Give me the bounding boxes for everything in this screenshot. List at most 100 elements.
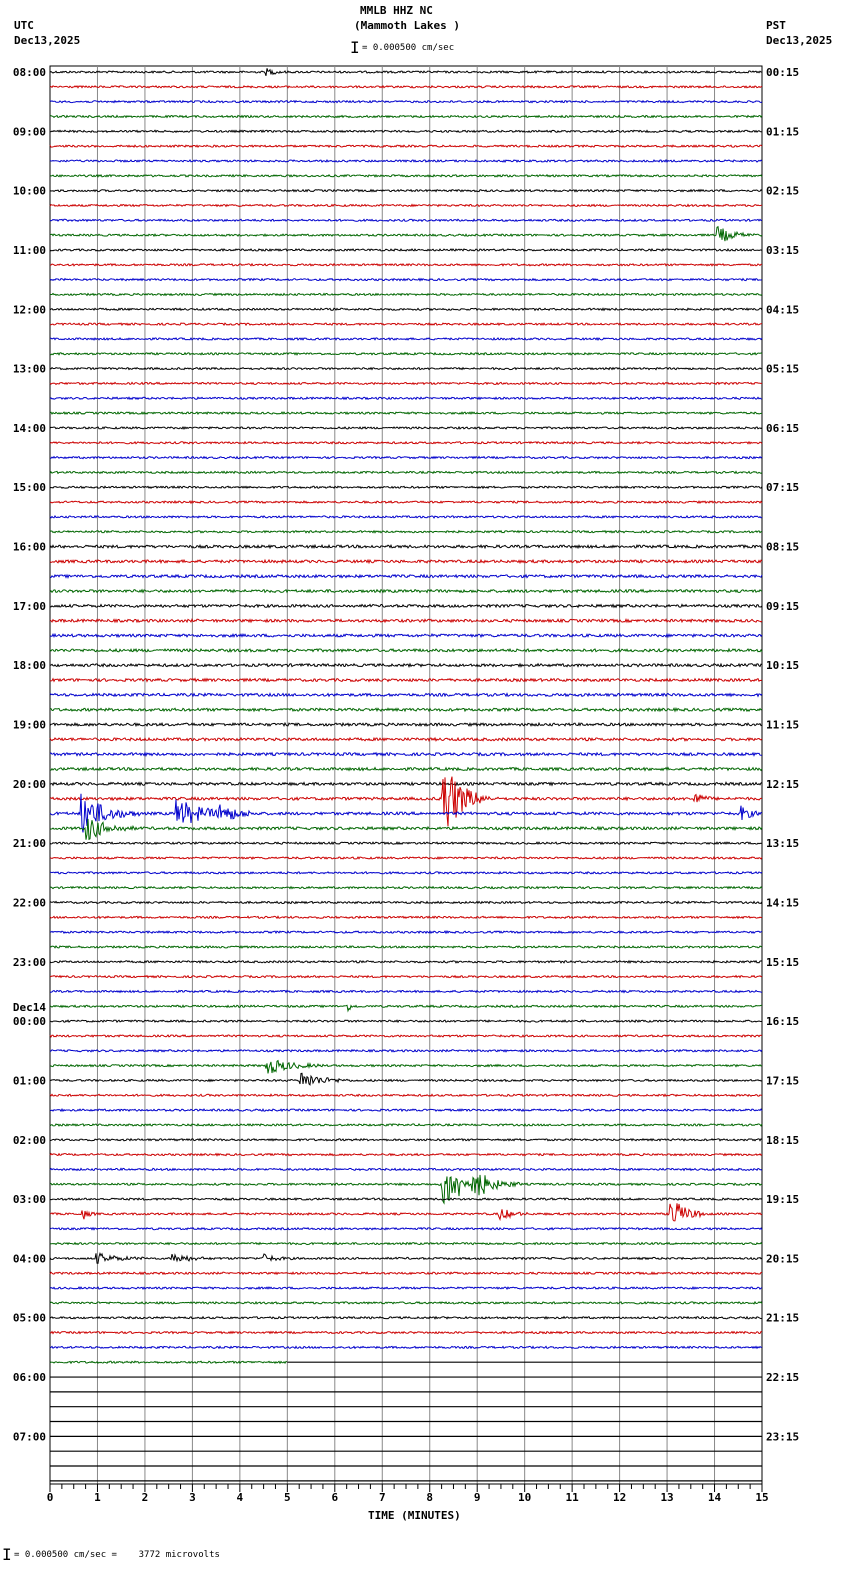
x-tick-label: 15 — [755, 1491, 768, 1504]
seismic-trace — [49, 322, 763, 327]
seismic-trace — [49, 1107, 763, 1113]
utc-hour-label: 15:00 — [13, 481, 46, 494]
pst-hour-label: 14:15 — [766, 896, 799, 909]
seismogram-svg: 0 1 2 3 4 5 6 7 8 9 10 11 12 13 14 1508:00 00:1509:00 01:… — [13, 65, 799, 1504]
seismic-trace — [49, 603, 763, 609]
seismic-trace — [49, 396, 763, 401]
utc-hour-label: 18:00 — [13, 659, 46, 672]
seismic-trace — [50, 662, 763, 668]
pst-hour-label: 19:15 — [766, 1193, 799, 1206]
pst-hour-label: 01:15 — [766, 125, 799, 138]
date-change-label: Dec14 — [13, 1001, 46, 1014]
seismic-trace — [49, 144, 763, 149]
seismic-trace — [49, 351, 763, 356]
pst-hour-label: 05:15 — [766, 363, 799, 376]
utc-hour-label: 03:00 — [13, 1193, 46, 1206]
seismic-trace — [49, 1286, 763, 1291]
utc-hour-label: 11:00 — [13, 244, 46, 257]
x-tick-label: 2 — [142, 1491, 149, 1504]
x-tick-label: 0 — [47, 1491, 54, 1504]
pst-hour-label: 11:15 — [766, 719, 799, 732]
x-tick-label: 14 — [708, 1491, 722, 1504]
x-tick-label: 10 — [518, 1491, 531, 1504]
seismic-trace — [49, 588, 763, 594]
pst-hour-label: 23:15 — [766, 1430, 799, 1443]
seismic-trace — [49, 203, 763, 208]
utc-hour-label: 13:00 — [13, 363, 46, 376]
seismic-trace — [50, 225, 763, 242]
utc-hour-label: 02:00 — [13, 1134, 46, 1147]
seismic-trace — [49, 247, 763, 252]
seismic-trace — [49, 336, 763, 341]
seismic-trace — [49, 915, 763, 920]
seismic-trace — [49, 930, 763, 935]
seismic-trace — [49, 1345, 763, 1350]
pst-hour-label: 03:15 — [766, 244, 799, 257]
seismic-trace — [49, 68, 763, 76]
utc-hour-label: 14:00 — [13, 422, 46, 435]
x-tick-label: 1 — [94, 1491, 101, 1504]
seismic-trace — [49, 1360, 288, 1365]
seismic-trace — [49, 1152, 763, 1157]
seismic-trace — [49, 500, 763, 505]
seismic-trace — [49, 1004, 763, 1013]
utc-hour-label: 20:00 — [13, 778, 46, 791]
utc-hour-label: 06:00 — [13, 1371, 46, 1384]
seismic-trace — [50, 455, 763, 460]
pst-hour-label: 04:15 — [766, 303, 799, 316]
pst-hour-label: 20:15 — [766, 1252, 799, 1265]
seismic-trace — [49, 425, 763, 430]
seismic-trace — [49, 514, 763, 519]
seismic-trace — [49, 1300, 763, 1305]
seismic-trace — [49, 573, 763, 579]
x-tick-label: 9 — [474, 1491, 481, 1504]
helicorder-plot: MMLB HHZ NC (Mammoth Lakes ) UTC Dec13,2… — [0, 0, 850, 1584]
seismic-trace — [49, 218, 763, 223]
seismic-trace — [49, 736, 763, 742]
seismic-trace — [49, 766, 763, 772]
seismic-trace — [49, 900, 763, 905]
pst-hour-label: 10:15 — [766, 659, 799, 672]
utc-hour-label: 05:00 — [13, 1312, 46, 1325]
seismic-trace — [49, 1226, 763, 1231]
seismic-trace — [49, 618, 763, 624]
utc-hour-label: 09:00 — [13, 125, 46, 138]
utc-hour-label: 21:00 — [13, 837, 46, 850]
x-tick-label: 13 — [660, 1491, 673, 1504]
utc-hour-label: 23:00 — [13, 956, 46, 969]
seismic-trace — [49, 1251, 763, 1264]
seismic-trace — [49, 307, 763, 312]
utc-hour-label: 17:00 — [13, 600, 46, 613]
seismic-trace — [49, 870, 763, 875]
pst-hour-label: 12:15 — [766, 778, 799, 791]
x-tick-label: 4 — [237, 1491, 244, 1504]
seismic-trace — [49, 1137, 763, 1142]
pst-hour-label: 07:15 — [766, 481, 799, 494]
x-tick-label: 12 — [613, 1491, 626, 1504]
pst-hour-label: 17:15 — [766, 1074, 799, 1087]
seismic-trace — [49, 1093, 763, 1098]
pst-hour-label: 21:15 — [766, 1312, 799, 1325]
pst-hour-label: 09:15 — [766, 600, 799, 613]
seismic-trace — [50, 706, 763, 713]
seismic-trace — [49, 277, 763, 282]
seismic-trace — [49, 381, 762, 386]
seismic-trace — [49, 440, 763, 445]
utc-hour-label: 07:00 — [13, 1430, 46, 1443]
seismic-trace — [49, 1167, 763, 1172]
seismic-trace — [49, 411, 763, 416]
utc-hour-label: 08:00 — [13, 66, 46, 79]
x-tick-label: 8 — [426, 1491, 433, 1504]
pst-hour-label: 00:15 — [766, 66, 799, 79]
utc-hour-label: 00:00 — [13, 1015, 46, 1028]
seismic-trace — [49, 1048, 763, 1053]
x-tick-label: 6 — [331, 1491, 338, 1504]
seismic-trace — [49, 114, 763, 119]
seismic-trace — [49, 485, 763, 490]
seismic-trace — [49, 974, 763, 979]
seismic-trace — [49, 158, 763, 164]
seismic-trace — [49, 84, 763, 89]
utc-hour-label: 16:00 — [13, 541, 46, 554]
seismic-trace — [49, 1072, 763, 1086]
seismic-trace — [49, 262, 763, 267]
